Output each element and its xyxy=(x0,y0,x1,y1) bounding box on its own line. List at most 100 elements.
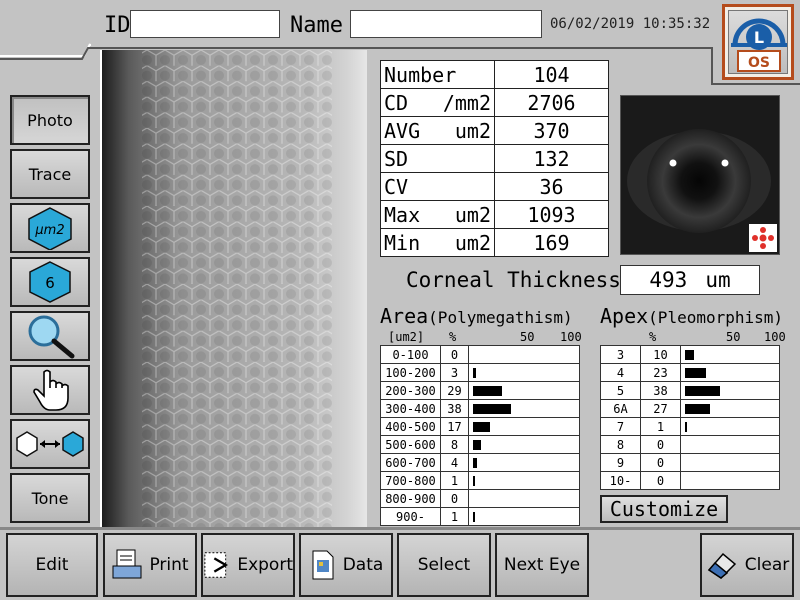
apex-bar xyxy=(685,404,710,414)
area-pct-header: % xyxy=(449,330,457,344)
stats-label-cell: CD/mm2 xyxy=(380,88,495,117)
customize-button[interactable]: Customize xyxy=(600,495,728,523)
area-bin-label: 700-800 xyxy=(380,471,441,490)
hexagon-area-icon: μm2 xyxy=(28,207,72,250)
select-button[interactable]: Select xyxy=(397,533,491,597)
tone-button[interactable]: Tone xyxy=(10,473,90,523)
apex-bin-pct: 0 xyxy=(640,471,681,490)
apex-bin-label: 10- xyxy=(600,471,641,490)
area-bar xyxy=(473,512,475,522)
corneal-thickness-label: Corneal Thickness xyxy=(406,268,621,292)
area-row: 800-900 0 xyxy=(380,489,580,508)
area-row: 900- 1 xyxy=(380,507,580,526)
zoom-button[interactable] xyxy=(10,311,90,361)
data-icon xyxy=(312,550,334,580)
export-button[interactable]: Export xyxy=(201,533,295,597)
stats-label: Max xyxy=(384,202,421,227)
apex-bin-label: 9 xyxy=(600,453,641,472)
area-bin-label: 500-600 xyxy=(380,435,441,454)
stats-label-cell: Max um2 xyxy=(380,200,495,229)
area-bin-label: 900- xyxy=(380,507,441,526)
data-button[interactable]: Data xyxy=(299,533,393,597)
area-bin-pct: 17 xyxy=(440,417,469,436)
magnifier-icon xyxy=(28,315,75,359)
area-bar-cell xyxy=(468,363,580,382)
select-label: Select xyxy=(417,555,471,575)
apex-row: 90 xyxy=(600,453,780,472)
print-button[interactable]: Print xyxy=(103,533,197,597)
corneal-thickness-value: 493 xyxy=(649,268,688,292)
stats-value: 104 xyxy=(494,60,609,89)
apex-row: 71 xyxy=(600,417,780,436)
apex-row: 10- 0 xyxy=(600,471,780,490)
hand-pointer-icon xyxy=(33,369,69,411)
apex-pct-header: % xyxy=(649,330,657,344)
stats-unit: um2 xyxy=(454,202,491,227)
area-bar xyxy=(473,458,477,468)
area-row: 200-300 29 xyxy=(380,381,580,400)
swap-mode-button[interactable] xyxy=(10,419,90,469)
clear-button[interactable]: Clear xyxy=(700,533,794,597)
apex-scale-50: 50 xyxy=(726,330,741,344)
photo-button[interactable]: Photo xyxy=(10,95,90,145)
area-bin-pct: 0 xyxy=(440,345,469,364)
area-bar-cell xyxy=(468,489,580,508)
trace-button[interactable]: Trace xyxy=(10,149,90,199)
area-bin-label: 200-300 xyxy=(380,381,441,400)
area-bin-label: 300-400 xyxy=(380,399,441,418)
fixation-target-icon xyxy=(749,224,777,252)
endothelium-photo[interactable] xyxy=(100,50,367,530)
apex-bin-label: 7 xyxy=(600,417,641,436)
area-row: 400-500 17 xyxy=(380,417,580,436)
apex-bin-label: 3 xyxy=(600,345,641,364)
stats-label-cell: AVG um2 xyxy=(380,116,495,145)
next-eye-button[interactable]: Next Eye xyxy=(495,533,589,597)
stats-row: AVG um2 370 xyxy=(380,116,609,145)
eraser-icon xyxy=(707,552,736,579)
stats-unit: /mm2 xyxy=(442,90,491,115)
apex-bin-pct: 10 xyxy=(640,345,681,364)
stats-label: Min xyxy=(384,230,421,255)
stats-table: Number 104 CD/mm2 2706 AVG um2 370 SD 132 CV 36 Max… xyxy=(380,60,609,257)
area-bar xyxy=(473,386,502,396)
stats-label-cell: Min um2 xyxy=(380,228,495,257)
apex-title-text: Apex xyxy=(600,304,649,328)
area-bin-pct: 4 xyxy=(440,453,469,472)
stats-row: Min um2 169 xyxy=(380,228,609,257)
area-row: 300-400 38 xyxy=(380,399,580,418)
apex-bar-cell xyxy=(680,435,780,454)
trace-label: Trace xyxy=(28,164,72,184)
area-bin-pct: 29 xyxy=(440,381,469,400)
corneal-thickness-box: 493 um xyxy=(620,265,760,295)
apex-bin-label: 5 xyxy=(600,381,641,400)
export-label: Export xyxy=(237,555,293,575)
area-row: 0-100 0 xyxy=(380,345,580,364)
area-unit-header: [um2] xyxy=(388,330,425,344)
export-icon xyxy=(204,552,229,578)
hand-button[interactable] xyxy=(10,365,90,415)
edit-button[interactable]: Edit xyxy=(6,533,98,597)
apex-scale-100: 100 xyxy=(764,330,786,344)
apex-bar-cell xyxy=(680,399,780,418)
apex-title: Apex(Pleomorphism) xyxy=(600,304,783,328)
apex-row: 6A 27 xyxy=(600,399,780,418)
edit-label: Edit xyxy=(35,555,69,575)
stats-row: CD/mm2 2706 xyxy=(380,88,609,117)
apex-row: 4 23 xyxy=(600,363,780,382)
apex-bin-pct: 0 xyxy=(640,435,681,454)
clear-label: Clear xyxy=(744,555,790,575)
apex-bar xyxy=(685,422,687,432)
stats-value: 1093 xyxy=(494,200,609,229)
apex-histogram: 3 10 4 23 5 38 6A 27 7 1 8 0 9 0 10- 0 xyxy=(600,345,780,490)
area-scale-50: 50 xyxy=(520,330,535,344)
apex-mode-button[interactable]: 6 xyxy=(10,257,90,307)
stats-value: 36 xyxy=(494,172,609,201)
area-bar xyxy=(473,404,511,414)
apex-bar xyxy=(685,386,720,396)
area-bar-cell xyxy=(468,345,580,364)
area-mode-button[interactable]: μm2 xyxy=(10,203,90,253)
apex-bin-label: 6A xyxy=(600,399,641,418)
stats-unit: um2 xyxy=(454,118,491,143)
stats-row: SD 132 xyxy=(380,144,609,173)
area-mode-label: μm2 xyxy=(34,223,64,238)
